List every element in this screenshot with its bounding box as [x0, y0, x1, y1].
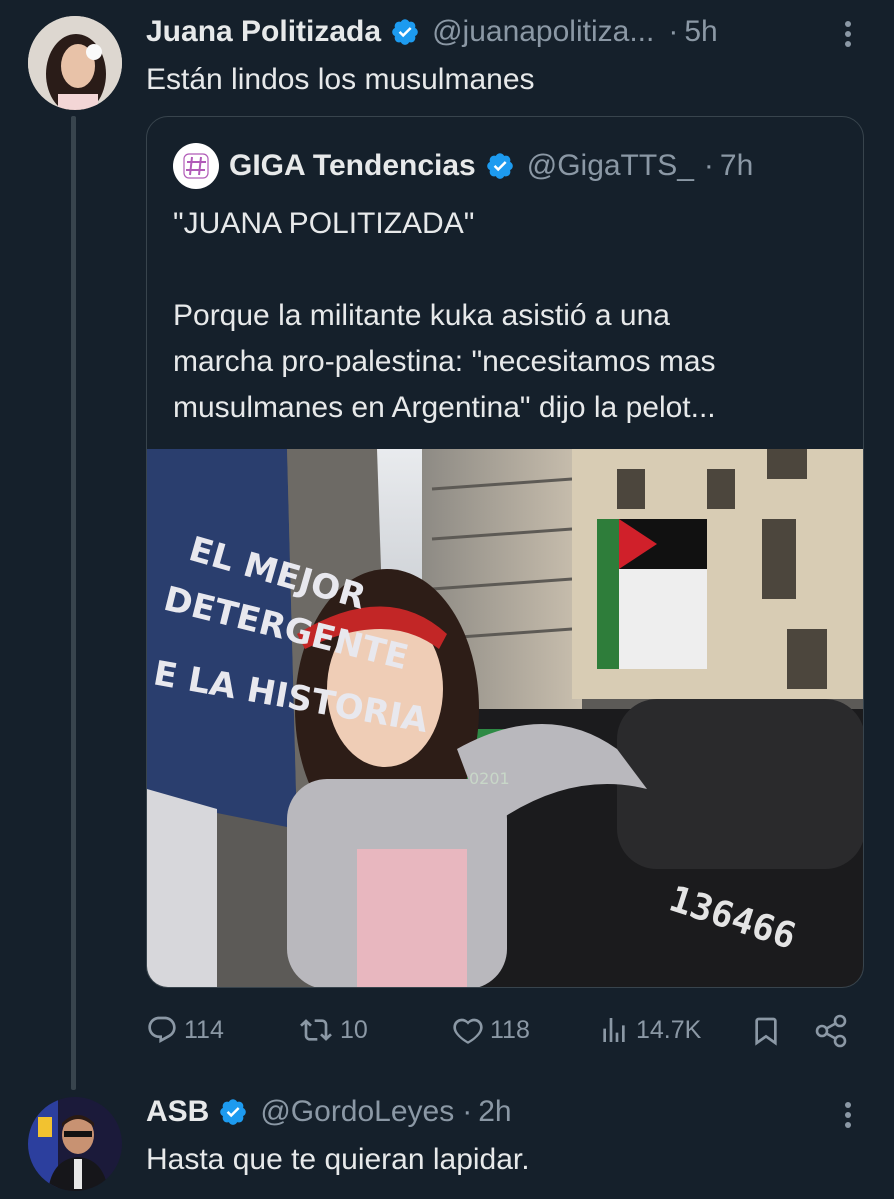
retweet-icon	[300, 1019, 332, 1041]
thread-line	[71, 116, 76, 1090]
views-button[interactable]: 14.7K	[598, 1014, 701, 1046]
author-name[interactable]: Juana Politizada	[146, 15, 381, 49]
author-handle[interactable]: @juanapolitiza...	[432, 15, 654, 49]
quote-text: "JUANA POLITIZADA" Porque la militante k…	[173, 201, 853, 431]
asb-avatar[interactable]	[28, 1097, 122, 1191]
tweet-text: Están lindos los musulmanes	[146, 63, 535, 96]
quote-author-handle[interactable]: @GigaTTS_	[527, 149, 694, 183]
reply-more-options-button[interactable]	[836, 1097, 860, 1133]
like-count: 118	[490, 1015, 530, 1044]
reply-time[interactable]: 2h	[478, 1095, 511, 1129]
verified-badge-icon	[392, 19, 418, 45]
hashtag-logo-icon	[183, 153, 209, 179]
main-tweet-header: Juana Politizada @juanapolitiza... · 5h	[146, 12, 718, 52]
juana-avatar[interactable]	[28, 16, 122, 110]
quote-text-line-3: marcha pro-palestina: "necesitamos mas	[173, 345, 716, 378]
quote-time-separator: ·	[703, 149, 714, 182]
heart-icon	[453, 1018, 483, 1044]
quote-author-name[interactable]: GIGA Tendencias	[229, 149, 476, 183]
more-options-button[interactable]	[836, 16, 860, 52]
bookmark-button[interactable]	[750, 1014, 782, 1053]
reply-text: Hasta que te quieran lapidar.	[146, 1143, 530, 1176]
quote-text-line-1: "JUANA POLITIZADA"	[173, 207, 475, 240]
reply-button[interactable]: 114	[146, 1014, 224, 1046]
views-bar-chart-icon	[603, 1018, 625, 1042]
quote-time[interactable]: 7h	[720, 149, 753, 183]
reply-time-separator: ·	[462, 1095, 473, 1128]
retweet-button[interactable]: 10	[298, 1014, 368, 1046]
more-vertical-icon	[845, 21, 851, 47]
like-button[interactable]: 118	[452, 1014, 530, 1046]
bin-number: 0201	[469, 769, 510, 788]
asb-avatar-image	[28, 1097, 122, 1191]
quote-text-line-2: Porque la militante kuka asistió a una	[173, 299, 670, 332]
more-vertical-icon	[845, 1102, 851, 1128]
share-icon	[815, 1014, 847, 1048]
time-separator: ·	[668, 15, 679, 48]
bookmark-icon	[755, 1017, 777, 1046]
views-count: 14.7K	[636, 1015, 702, 1044]
reply-count: 114	[184, 1015, 224, 1044]
verified-badge-icon	[220, 1099, 247, 1125]
reply-tweet-header: ASB @GordoLeyes · 2h	[146, 1092, 512, 1132]
quote-text-line-4: musulmanes en Argentina" dijo la pelot..…	[173, 391, 716, 424]
quoted-tweet-card[interactable]: GIGA Tendencias @GigaTTS_ · 7h "JUANA PO…	[146, 116, 864, 988]
reply-author-name[interactable]: ASB	[146, 1095, 209, 1129]
juana-avatar-image	[28, 16, 122, 110]
quote-photo[interactable]: EL MEJOR DETERGENTE E LA HISTORIA 0201 1…	[147, 449, 864, 988]
verified-badge-icon	[486, 153, 513, 179]
giga-avatar[interactable]	[173, 143, 219, 189]
tweet-time[interactable]: 5h	[684, 15, 717, 49]
share-button[interactable]	[814, 1014, 848, 1053]
retweet-count: 10	[340, 1015, 368, 1044]
reply-icon	[148, 1016, 176, 1043]
quote-header: GIGA Tendencias @GigaTTS_ · 7h	[173, 143, 753, 189]
reply-author-handle[interactable]: @GordoLeyes	[260, 1095, 454, 1129]
